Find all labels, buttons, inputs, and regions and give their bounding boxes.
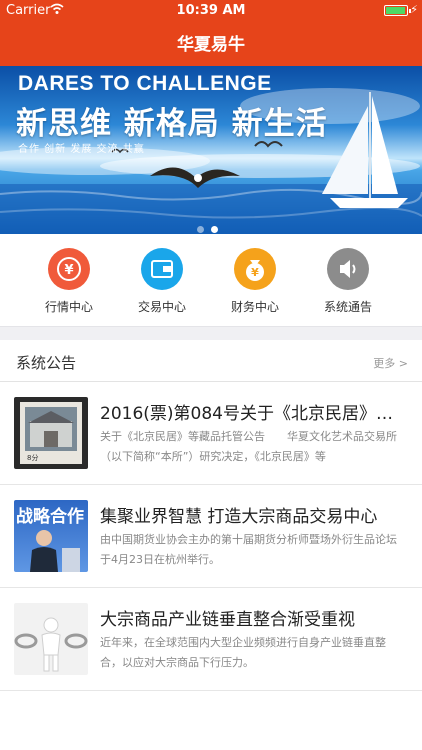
menu-label: 系统通告 <box>323 300 372 314</box>
banner-headline-en: DARES TO CHALLENGE <box>18 72 272 95</box>
list-item[interactable]: 大宗商品产业链垂直整合渐受重视 近年来，在全球范围内大型企业频频进行自身产业链垂… <box>0 589 422 691</box>
wallet-icon <box>141 248 183 290</box>
article-summary: 近年来，在全球范围内大型企业频频进行自身产业链垂直整合，以应对大宗商品下行压力。 <box>100 636 386 669</box>
svg-text:战略合作: 战略合作 <box>16 506 84 527</box>
speaker-icon <box>327 248 369 290</box>
battery-icon <box>384 5 411 16</box>
more-link[interactable]: 更多 > <box>373 355 408 371</box>
menu-label: 交易中心 <box>137 300 186 314</box>
list-item[interactable]: 8分 2016(票)第084号关于《北京民居》托管公告 关于《北京民居》等藏品托… <box>0 383 422 485</box>
article-headline: 2016(票)第084号关于《北京民居》托管公告 <box>100 404 404 424</box>
section-divider <box>0 326 422 340</box>
banner-carousel[interactable]: DARES TO CHALLENGE 新思维 新格局 新生活 合作 创新 发展 … <box>0 66 422 234</box>
chain-figure-image <box>14 603 88 675</box>
menu-item-market[interactable]: ¥ 行情中心 <box>22 248 116 315</box>
article-headline: 集聚业界智慧 打造大宗商品交易中心 <box>100 507 378 527</box>
list-item[interactable]: 战略合作 集聚业界智慧 打造大宗商品交易中心 由中国期货业协会主办的第十届期货分… <box>0 486 422 588</box>
carousel-dot-active[interactable] <box>211 226 218 233</box>
charging-bolt-icon: ⚡ <box>410 3 418 16</box>
menu-item-trading[interactable]: 交易中心 <box>115 248 209 315</box>
menu-label: 行情中心 <box>44 300 93 314</box>
svg-text:¥: ¥ <box>251 266 259 279</box>
svg-text:8分: 8分 <box>27 453 38 462</box>
status-time: 10:39 AM <box>176 3 246 18</box>
top-bar: Carrier 10:39 AM ⚡ 华夏易牛 <box>0 0 422 66</box>
article-summary: 由中国期货业协会主办的第十届期货分析师暨场外衍生品论坛于4月23日在杭州举行。 <box>100 533 397 566</box>
page-title: 华夏易牛 <box>177 35 245 55</box>
menu-item-finance[interactable]: ¥ 财务中心 <box>208 248 302 315</box>
quick-menu: ¥ 行情中心 交易中心 ¥ 财务中心 系统通告 <box>0 234 422 326</box>
announcements-header: 系统公告 更多 > <box>0 340 422 382</box>
conference-speaker-image: 战略合作 <box>14 500 88 572</box>
money-bag-icon: ¥ <box>234 248 276 290</box>
svg-text:¥: ¥ <box>64 263 73 278</box>
banner-tagline: 合作 创新 发展 交流 共赢 <box>18 144 145 155</box>
menu-item-notices[interactable]: 系统通告 <box>301 248 395 315</box>
carousel-indicator[interactable] <box>197 218 225 234</box>
article-headline: 大宗商品产业链垂直整合渐受重视 <box>100 610 355 630</box>
status-bar: Carrier 10:39 AM ⚡ <box>0 0 422 22</box>
market-yen-icon: ¥ <box>48 248 90 290</box>
section-title: 系统公告 <box>16 354 77 372</box>
article-summary: 关于《北京民居》等藏品托管公告 华夏文化艺术品交易所（以下简称“本所”）研究决定… <box>100 430 397 463</box>
menu-label: 财务中心 <box>230 300 279 314</box>
banner-headline-cn: 新思维 新格局 新生活 <box>16 106 328 142</box>
stamp-image: 8分 <box>14 397 88 469</box>
carousel-dot[interactable] <box>197 226 204 233</box>
